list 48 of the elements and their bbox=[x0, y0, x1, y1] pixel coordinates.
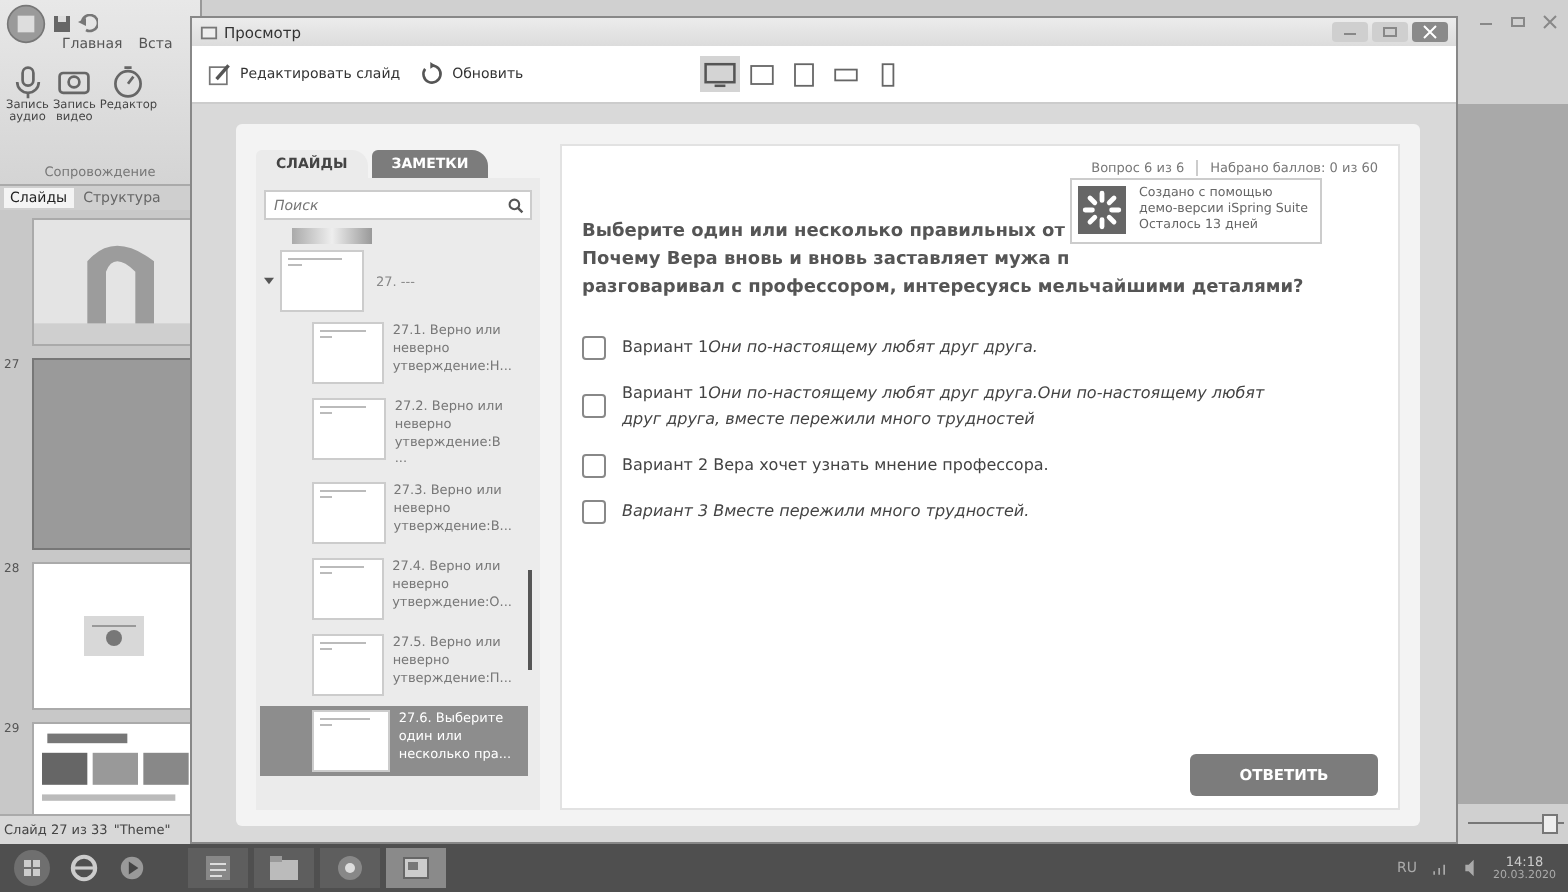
pencil-icon bbox=[208, 62, 232, 86]
checkbox[interactable] bbox=[582, 394, 606, 418]
browser-icon[interactable] bbox=[68, 852, 100, 884]
window-icon bbox=[200, 23, 218, 41]
scrollbar[interactable] bbox=[528, 570, 532, 670]
maximize-icon[interactable] bbox=[1508, 12, 1528, 32]
slide-thumbnail[interactable] bbox=[32, 358, 196, 550]
save-icon[interactable] bbox=[52, 14, 72, 34]
answer-option[interactable]: Вариант 3 Вместе пережили много трудностей. bbox=[622, 498, 1030, 524]
slider-thumb[interactable] bbox=[1541, 813, 1558, 833]
stopwatch-icon[interactable] bbox=[110, 64, 147, 100]
close-icon[interactable] bbox=[1540, 12, 1560, 32]
question-text: разговаривал с профессором, интересуясь мельчайшими деталями? bbox=[582, 276, 1304, 302]
answer-option[interactable]: Вариант 1Они по-настоящему любят друг друга.Они по-настоящему любят друг друга, вместе пережили много трудностей bbox=[622, 380, 1302, 432]
search-icon bbox=[508, 197, 524, 213]
checkbox[interactable] bbox=[582, 335, 606, 359]
diagram-drawing bbox=[84, 616, 144, 656]
slide-thumbnail bbox=[312, 634, 385, 697]
slide-thumbnail bbox=[312, 398, 387, 460]
start-button-icon[interactable] bbox=[12, 848, 52, 888]
checkbox[interactable] bbox=[582, 499, 606, 523]
slide-thumbnail bbox=[280, 250, 364, 312]
play-icon[interactable] bbox=[116, 852, 148, 884]
browser-app-icon[interactable] bbox=[320, 848, 380, 888]
refresh-icon bbox=[420, 62, 445, 86]
zoom-slider[interactable] bbox=[1468, 812, 1564, 832]
window-app-icon[interactable] bbox=[386, 848, 446, 888]
folder-app-icon[interactable] bbox=[254, 848, 314, 888]
slide-thumbnail bbox=[312, 710, 391, 773]
spinner-icon bbox=[1077, 186, 1125, 234]
office-button-icon[interactable] bbox=[6, 4, 46, 44]
minimize-icon[interactable] bbox=[1332, 22, 1368, 42]
slide-thumbnail bbox=[312, 322, 385, 384]
slide-thumbnail[interactable] bbox=[32, 562, 196, 710]
answer-option[interactable]: Вариант 2 Вера хочет узнать мнение профессора. bbox=[622, 452, 1049, 478]
desktop-view-button[interactable] bbox=[699, 56, 740, 92]
monitor-icon bbox=[701, 59, 738, 89]
slide-thumbnail bbox=[312, 482, 386, 545]
question-text: Выберите один или несколько правильных от bbox=[582, 219, 1065, 246]
close-icon[interactable] bbox=[1412, 22, 1448, 42]
maximize-icon[interactable] bbox=[1372, 22, 1408, 42]
undo-icon[interactable] bbox=[78, 14, 98, 34]
caret-icon[interactable] bbox=[264, 276, 274, 286]
checkbox[interactable] bbox=[582, 453, 606, 477]
answer-option[interactable]: Вариант 1Они по-настоящему любят друг друга. bbox=[622, 334, 1038, 360]
question-text: Почему Вера вновь и вновь заставляет мужа п bbox=[582, 248, 1070, 274]
slide-thumbnail bbox=[312, 558, 385, 621]
document-app-icon[interactable] bbox=[188, 848, 248, 888]
